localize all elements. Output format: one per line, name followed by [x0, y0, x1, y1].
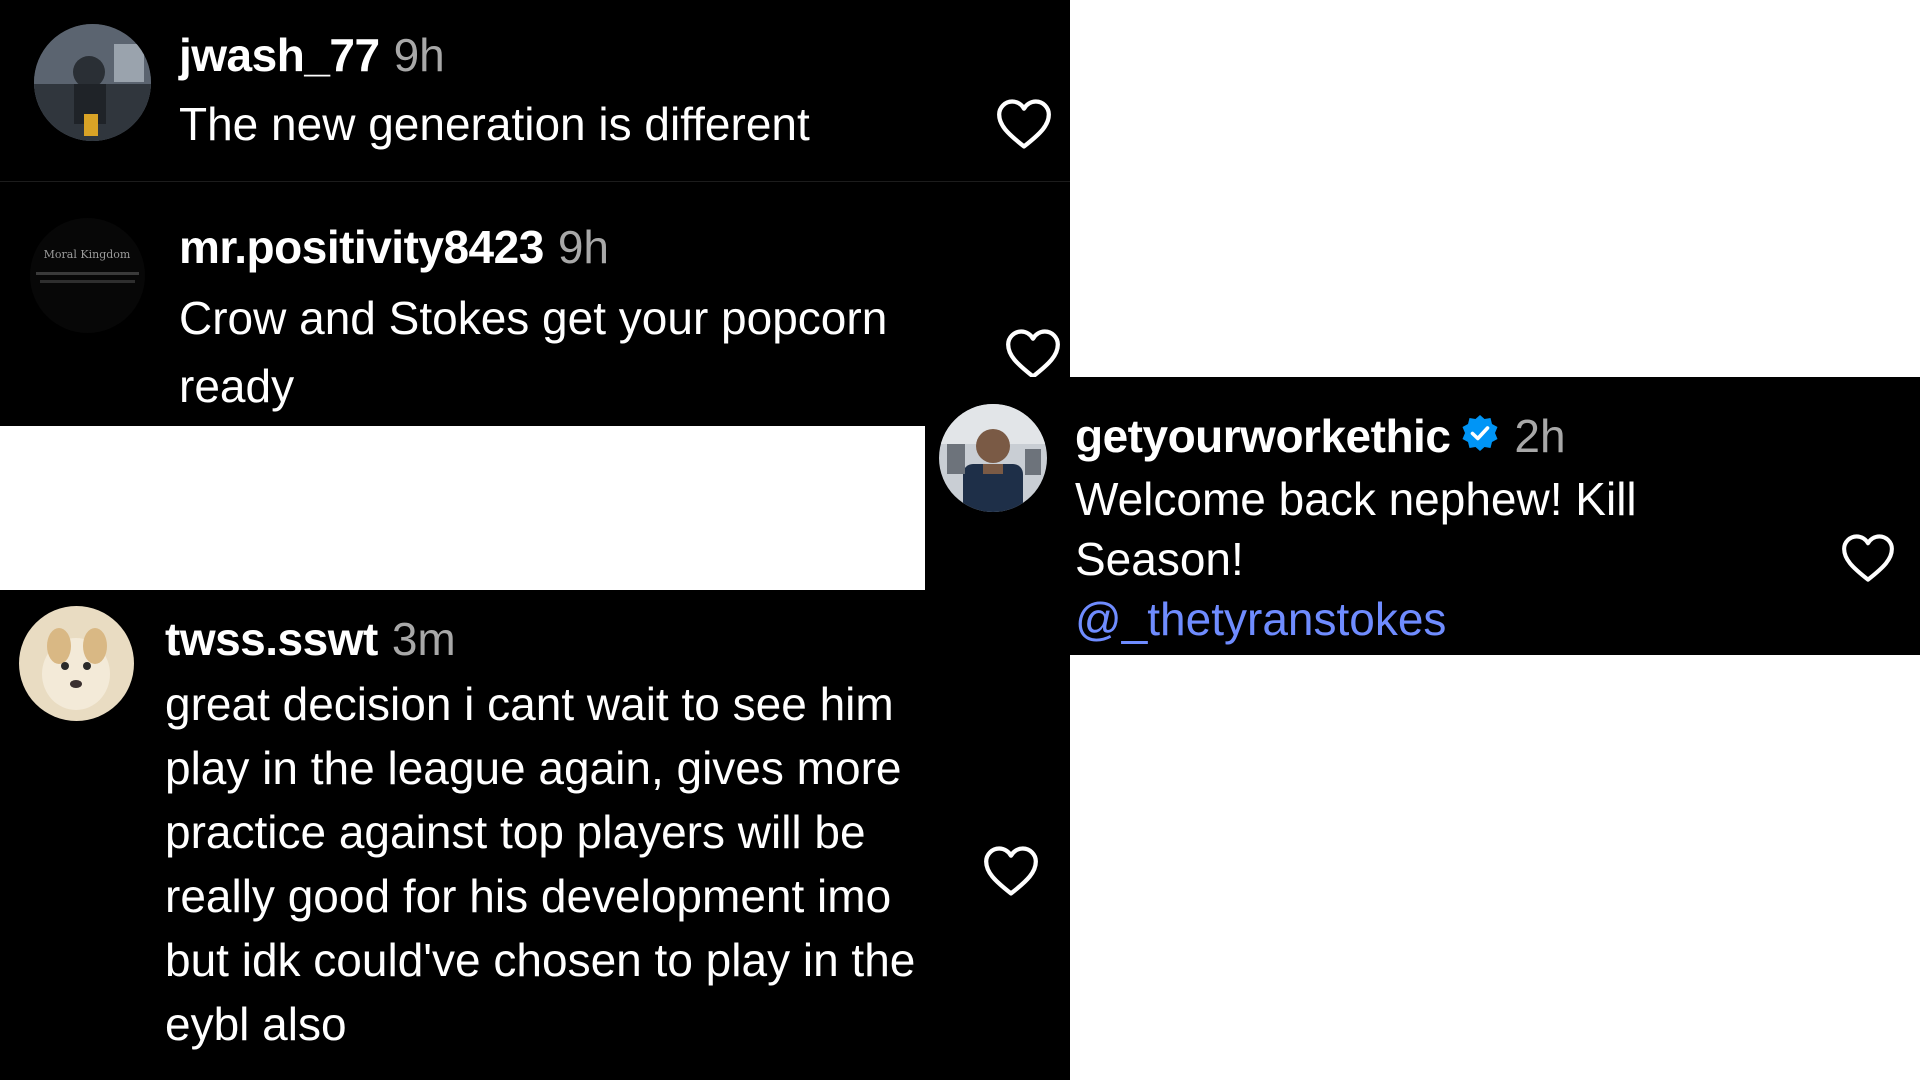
comment-header: mr.positivity8423 9h: [179, 220, 609, 274]
comment-header: jwash_77 9h: [179, 28, 445, 82]
comment-divider: [0, 181, 1070, 182]
like-heart-icon[interactable]: [1840, 533, 1896, 583]
timestamp: 9h: [557, 221, 609, 273]
avatar-caption: Moral Kingdom: [44, 248, 131, 261]
like-heart-icon[interactable]: [982, 845, 1040, 897]
like-heart-icon[interactable]: [1004, 328, 1062, 380]
comment-header: getyourworkethic 2h: [1075, 409, 1566, 464]
username[interactable]: twss.sswt: [165, 613, 378, 665]
comment-text-content: Welcome back nephew! Kill Season!: [1075, 473, 1637, 585]
timestamp: 9h: [393, 29, 445, 81]
mention-link[interactable]: @_thetyranstokes: [1075, 589, 1715, 649]
avatar[interactable]: [34, 24, 151, 141]
username[interactable]: jwash_77: [179, 29, 380, 81]
comment-panel-top-left: jwash_77 9h The new generation is differe…: [0, 0, 1070, 426]
verified-badge-icon: [1460, 410, 1500, 464]
username[interactable]: getyourworkethic: [1075, 410, 1451, 462]
avatar[interactable]: Moral Kingdom: [30, 218, 145, 333]
timestamp: 3m: [391, 613, 456, 665]
username[interactable]: mr.positivity8423: [179, 221, 544, 273]
comment-text: The new generation is different: [179, 98, 810, 150]
comment-text: Crow and Stokes get your popcorn ready: [179, 292, 888, 412]
comment-panel-right: getyourworkethic 2h Welcome back nephew!…: [925, 377, 1920, 655]
timestamp: 2h: [1514, 410, 1566, 462]
comment-header: twss.sswt 3m: [165, 612, 456, 666]
comment-text: Welcome back nephew! Kill Season! @_thet…: [1075, 469, 1715, 649]
comment-text: great decision i cant wait to see him pl…: [165, 678, 916, 1050]
avatar[interactable]: [939, 404, 1047, 512]
comment-panel-bottom-left: twss.sswt 3m great decision i cant wait t…: [0, 590, 1070, 1080]
like-heart-icon[interactable]: [995, 98, 1053, 150]
avatar[interactable]: [19, 606, 134, 721]
